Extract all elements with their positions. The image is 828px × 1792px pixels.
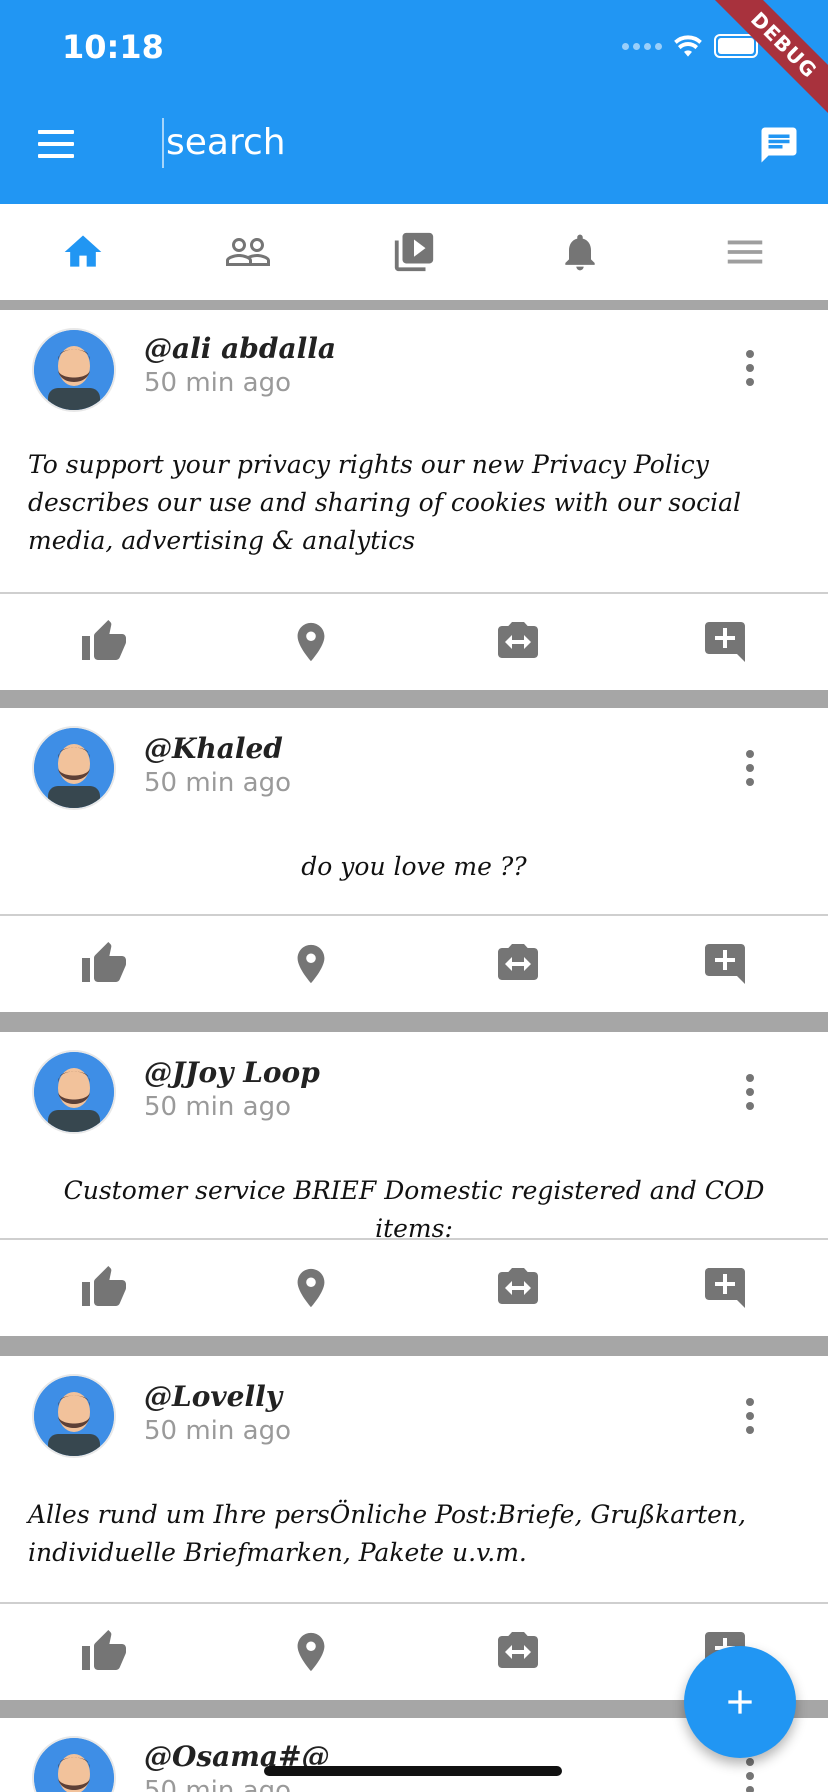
tab-bar — [0, 204, 828, 300]
camera-switch-icon — [497, 622, 538, 658]
post-actions — [0, 916, 828, 1012]
post-time: 50 min ago — [144, 1416, 291, 1446]
camera-button[interactable] — [414, 1604, 621, 1700]
signal-icon — [622, 42, 662, 50]
location-button[interactable] — [207, 594, 414, 690]
video-library-icon — [394, 232, 434, 272]
like-button[interactable] — [0, 594, 207, 690]
post-actions — [0, 1240, 828, 1336]
thumb-up-icon — [81, 942, 126, 982]
menu-icon — [727, 240, 763, 264]
message-icon — [761, 127, 797, 163]
comment-button[interactable] — [621, 594, 828, 690]
tab-notifications[interactable] — [540, 212, 620, 292]
battery-icon — [714, 34, 758, 58]
add-comment-icon — [704, 1268, 745, 1308]
debug-banner: DEBUG — [708, 0, 828, 121]
post-content: To support your privacy rights our new P… — [28, 450, 742, 555]
status-icons — [622, 34, 758, 58]
post-card: @Khaled 50 min ago do you love me ?? — [0, 708, 828, 1012]
post-card: @JJoy Loop 50 min ago Customer service B… — [0, 1032, 828, 1336]
wifi-icon — [674, 35, 702, 57]
location-pin-icon — [297, 622, 324, 662]
home-indicator[interactable] — [264, 1766, 562, 1776]
post-content: do you love me ?? — [301, 852, 527, 881]
thumb-up-icon — [81, 1630, 126, 1670]
create-post-button[interactable] — [684, 1646, 796, 1758]
camera-button[interactable] — [414, 1240, 621, 1336]
post-card: @Lovelly 50 min ago Alles rund um Ihre p… — [0, 1356, 828, 1710]
home-icon — [64, 235, 102, 267]
comment-button[interactable] — [621, 916, 828, 1012]
location-pin-icon — [297, 1632, 324, 1672]
like-button[interactable] — [0, 1240, 207, 1336]
tab-friends[interactable] — [208, 212, 288, 292]
post-more-button[interactable] — [744, 750, 756, 790]
post-username[interactable]: @Khaled — [144, 732, 283, 765]
drawer-menu-button[interactable] — [38, 130, 74, 158]
thumb-up-icon — [81, 1266, 126, 1306]
camera-switch-icon — [497, 944, 538, 980]
comment-button[interactable] — [621, 1240, 828, 1336]
post-separator — [0, 690, 828, 708]
tab-videos[interactable] — [374, 212, 454, 292]
thumb-up-icon — [81, 620, 126, 660]
app-bar: 10:18 DEBUG search — [0, 0, 828, 204]
tab-menu[interactable] — [705, 212, 785, 292]
post-separator — [0, 1336, 828, 1356]
avatar[interactable] — [32, 1736, 116, 1792]
post-separator — [0, 1012, 828, 1032]
post-content: Customer service BRIEF Domestic register… — [63, 1176, 765, 1243]
post-time: 50 min ago — [144, 1776, 291, 1792]
post-card: @ali abdalla 50 min ago To support your … — [0, 310, 828, 690]
location-button[interactable] — [207, 1604, 414, 1700]
location-pin-icon — [297, 944, 324, 984]
post-actions — [0, 594, 828, 690]
post-content: Alles rund um Ihre persÖnliche Post:Brie… — [28, 1500, 746, 1567]
post-more-button[interactable] — [744, 350, 756, 390]
camera-button[interactable] — [414, 916, 621, 1012]
people-icon — [226, 238, 271, 266]
post-username[interactable]: @ali abdalla — [144, 332, 336, 365]
add-comment-icon — [704, 622, 745, 662]
post-time: 50 min ago — [144, 368, 291, 398]
messages-button[interactable] — [758, 124, 800, 166]
search-input[interactable]: search — [162, 118, 586, 168]
tab-home[interactable] — [43, 212, 123, 292]
location-button[interactable] — [207, 916, 414, 1012]
avatar[interactable] — [32, 1050, 116, 1134]
status-time: 10:18 — [62, 28, 164, 66]
post-username[interactable]: @JJoy Loop — [144, 1056, 320, 1089]
post-more-button[interactable] — [744, 1074, 756, 1114]
like-button[interactable] — [0, 1604, 207, 1700]
post-more-button[interactable] — [744, 1398, 756, 1438]
post-time: 50 min ago — [144, 768, 291, 798]
avatar[interactable] — [32, 726, 116, 810]
camera-button[interactable] — [414, 594, 621, 690]
post-more-button[interactable] — [744, 1758, 756, 1792]
add-comment-icon — [704, 944, 745, 984]
avatar[interactable] — [32, 1374, 116, 1458]
location-pin-icon — [297, 1268, 324, 1308]
add-icon — [728, 1690, 752, 1714]
avatar[interactable] — [32, 328, 116, 412]
like-button[interactable] — [0, 916, 207, 1012]
post-username[interactable]: @Lovelly — [144, 1380, 282, 1413]
post-time: 50 min ago — [144, 1092, 291, 1122]
camera-switch-icon — [497, 1268, 538, 1304]
location-button[interactable] — [207, 1240, 414, 1336]
feed-top-divider — [0, 300, 828, 310]
bell-icon — [564, 234, 595, 271]
camera-switch-icon — [497, 1632, 538, 1668]
